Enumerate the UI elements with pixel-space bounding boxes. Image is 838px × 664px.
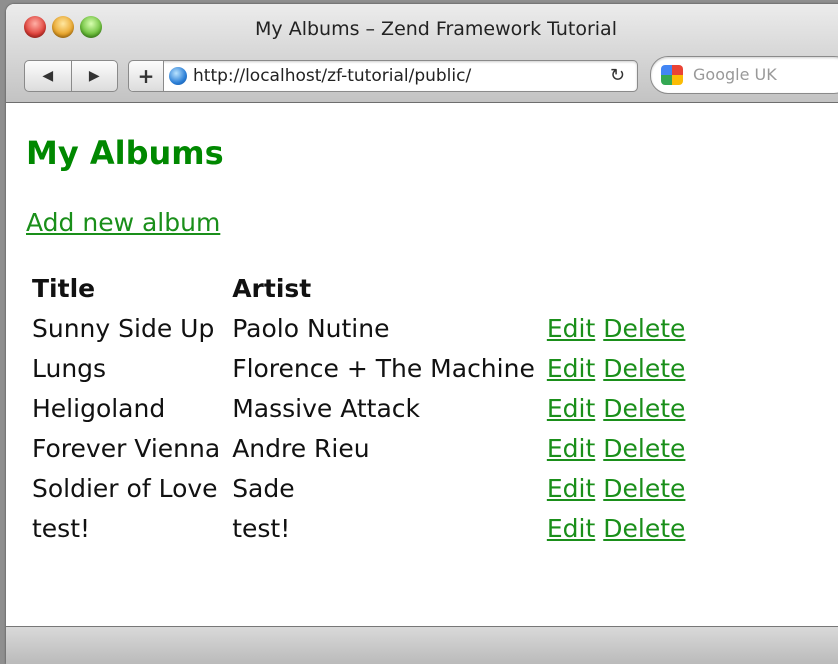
back-button[interactable]: ◀ <box>25 61 71 91</box>
column-header-artist: Artist <box>232 273 312 303</box>
forward-button[interactable]: ▶ <box>70 61 118 91</box>
album-actions: Edit Delete <box>543 428 702 468</box>
album-title: Heligoland <box>32 393 166 423</box>
edit-link[interactable]: Edit <box>547 354 595 383</box>
browser-window: My Albums – Zend Framework Tutorial ◀ ▶ … <box>6 4 838 664</box>
back-arrow-icon: ◀ <box>42 68 54 84</box>
navigation-buttons: ◀ ▶ <box>24 60 118 92</box>
google-icon[interactable] <box>661 65 683 85</box>
album-title: Soldier of Love <box>32 473 218 503</box>
table-row: Heligoland Massive Attack Edit Delete <box>28 388 701 428</box>
album-title: Lungs <box>32 353 107 383</box>
table-row: Sunny Side Up Paolo Nutine Edit Delete <box>28 308 701 348</box>
table-row: Forever Vienna Andre Rieu Edit Delete <box>28 428 701 468</box>
globe-icon <box>169 67 187 85</box>
album-actions: Edit Delete <box>543 388 702 428</box>
page-title: My Albums <box>26 134 224 172</box>
search-placeholder: Google UK <box>693 65 777 84</box>
edit-link[interactable]: Edit <box>547 434 595 463</box>
table-row: Lungs Florence + The Machine Edit Delete <box>28 348 701 388</box>
album-artist: test! <box>232 513 291 543</box>
album-artist: Massive Attack <box>232 393 421 423</box>
album-title: Sunny Side Up <box>32 313 215 343</box>
album-artist: Andre Rieu <box>232 433 370 463</box>
close-window-icon[interactable] <box>24 16 46 38</box>
album-artist: Sade <box>232 473 295 503</box>
album-title: test! <box>32 513 91 543</box>
delete-link[interactable]: Delete <box>603 514 685 543</box>
table-row: test! test! Edit Delete <box>28 508 701 548</box>
column-header-actions <box>543 268 702 308</box>
album-artist: Florence + The Machine <box>232 353 535 383</box>
edit-link[interactable]: Edit <box>547 394 595 423</box>
edit-link[interactable]: Edit <box>547 514 595 543</box>
address-bar[interactable]: + http://localhost/zf-tutorial/public/ ↻ <box>128 60 638 92</box>
minimize-window-icon[interactable] <box>52 16 74 38</box>
album-actions: Edit Delete <box>543 468 702 508</box>
album-actions: Edit Delete <box>543 508 702 548</box>
add-bookmark-button[interactable]: + <box>129 61 164 91</box>
album-title: Forever Vienna <box>32 433 221 463</box>
table-header-row: Title Artist <box>28 268 701 308</box>
page-content: My Albums Add new album Title Artist Sun… <box>26 134 685 543</box>
edit-link[interactable]: Edit <box>547 474 595 503</box>
album-artist: Paolo Nutine <box>232 313 390 343</box>
reload-icon[interactable]: ↻ <box>610 65 625 86</box>
album-actions: Edit Delete <box>543 348 702 388</box>
delete-link[interactable]: Delete <box>603 314 685 343</box>
delete-link[interactable]: Delete <box>603 394 685 423</box>
zoom-window-icon[interactable] <box>80 16 102 38</box>
window-title: My Albums – Zend Framework Tutorial <box>255 18 617 40</box>
add-new-album-link[interactable]: Add new album <box>26 208 220 237</box>
title-bar: My Albums – Zend Framework Tutorial ◀ ▶ … <box>6 4 838 103</box>
status-bar <box>6 626 838 664</box>
table-row: Soldier of Love Sade Edit Delete <box>28 468 701 508</box>
delete-link[interactable]: Delete <box>603 354 685 383</box>
album-actions: Edit Delete <box>543 308 702 348</box>
delete-link[interactable]: Delete <box>603 474 685 503</box>
edit-link[interactable]: Edit <box>547 314 595 343</box>
albums-table: Title Artist Sunny Side Up Paolo Nutine … <box>28 268 701 548</box>
search-field[interactable]: Google UK <box>650 56 838 94</box>
column-header-title: Title <box>32 273 96 303</box>
forward-arrow-icon: ▶ <box>88 68 100 84</box>
url-text[interactable]: http://localhost/zf-tutorial/public/ <box>193 66 471 86</box>
delete-link[interactable]: Delete <box>603 434 685 463</box>
